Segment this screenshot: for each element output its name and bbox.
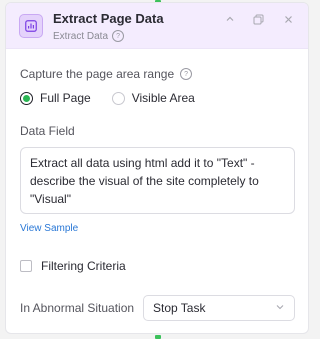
abnormal-situation-select[interactable]: Stop Task [143,295,295,321]
abnormal-situation-label: In Abnormal Situation [20,301,135,315]
capture-range-label-text: Capture the page area range [20,67,175,81]
radio-unchecked-icon[interactable] [111,91,125,105]
copy-icon[interactable] [250,11,266,27]
filtering-criteria-label[interactable]: Filtering Criteria [41,259,126,273]
capture-range-radio-group: Full Page Visible Area [20,91,195,105]
extract-page-data-panel: Extract Page Data Extract Data ? Capture… [5,2,309,334]
help-icon[interactable]: ? [180,68,193,80]
radio-visible-area-label[interactable]: Visible Area [132,91,195,105]
connector-bottom-handle[interactable] [155,335,161,339]
close-icon[interactable] [280,11,296,27]
filtering-criteria-checkbox[interactable] [20,260,32,272]
radio-checked-icon[interactable] [20,91,33,105]
panel-header: Extract Page Data Extract Data ? [6,3,308,49]
capture-range-label: Capture the page area range ? [20,67,193,81]
help-icon[interactable]: ? [112,30,125,42]
chevron-down-icon[interactable] [275,301,285,315]
radio-full-page[interactable]: Full Page [20,91,91,105]
panel-subtitle: Extract Data ? [53,30,125,42]
radio-full-page-label[interactable]: Full Page [40,91,91,105]
panel-title: Extract Page Data [53,11,164,26]
panel-subtitle-text: Extract Data [53,30,109,42]
data-field-textarea[interactable]: Extract all data using html add it to "T… [20,147,295,214]
chart-icon [19,14,43,38]
filtering-criteria-row[interactable]: Filtering Criteria [20,259,126,273]
radio-visible-area[interactable]: Visible Area [111,91,195,105]
collapse-chevron-up-icon[interactable] [222,11,238,27]
abnormal-situation-value[interactable]: Stop Task [153,301,205,315]
view-sample-link[interactable]: View Sample [20,223,78,234]
data-field-label: Data Field [20,124,75,138]
